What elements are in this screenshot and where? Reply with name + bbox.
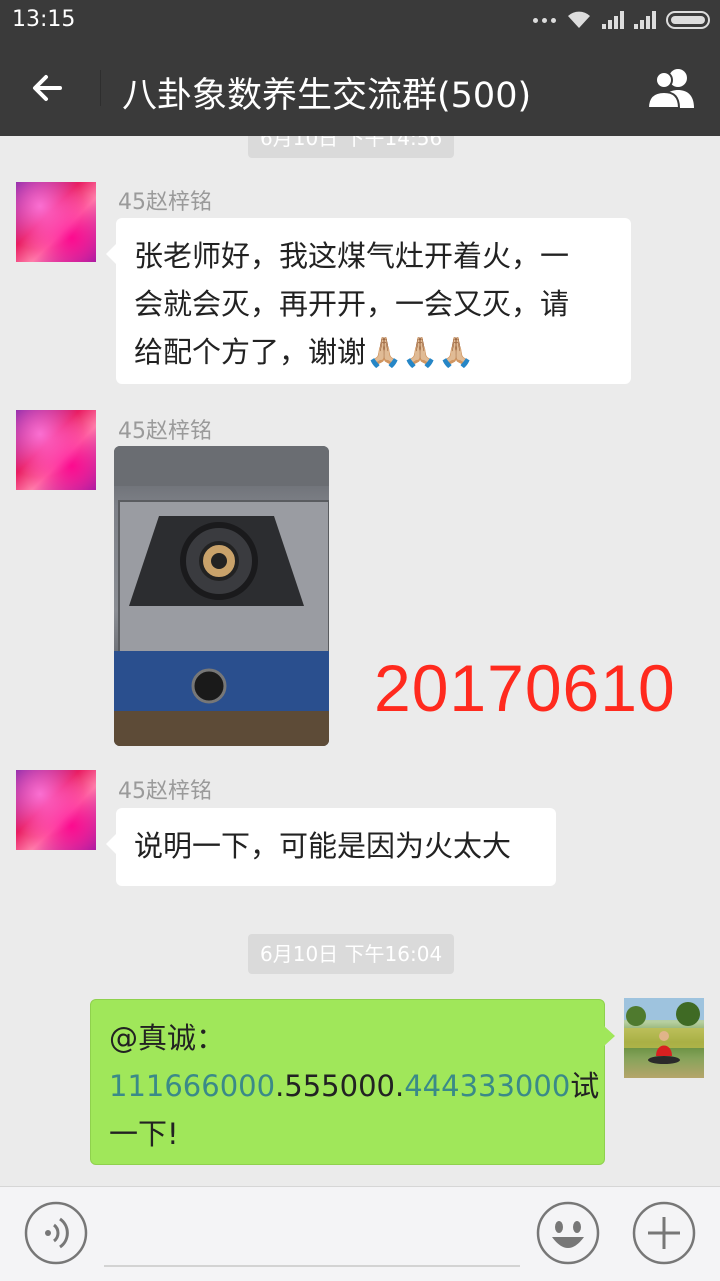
- title-divider-overlay: [100, 70, 101, 106]
- battery-icon: [666, 11, 710, 29]
- reply-tail: 试: [570, 1069, 600, 1103]
- avatar[interactable]: [16, 770, 96, 850]
- signal-icon: [602, 11, 624, 29]
- sender-name: 45赵梓铭: [118, 190, 212, 215]
- phone-link[interactable]: 111666000: [109, 1069, 275, 1103]
- message-text: 给配个方了，谢谢: [134, 335, 367, 369]
- sender-name: 45赵梓铭: [118, 419, 212, 444]
- avatar[interactable]: [16, 182, 96, 262]
- group-members-icon-overlay[interactable]: [642, 64, 702, 112]
- reply-bubble[interactable]: @真诚： 111666000.555000.444333000试 一下!: [90, 999, 615, 1165]
- plus-icon[interactable]: [632, 1201, 696, 1265]
- stove-drawing: [114, 446, 329, 746]
- mention-text: @真诚：: [109, 1021, 226, 1055]
- self-avatar[interactable]: [624, 998, 704, 1078]
- text-input-line[interactable]: [104, 1265, 520, 1267]
- reply-sep: .: [395, 1069, 405, 1103]
- wifi-icon: [568, 11, 590, 28]
- message-line: 张老师好，我这煤气灶开着火，一: [134, 239, 570, 273]
- emoji-icon[interactable]: [536, 1201, 600, 1265]
- message-line: 给配个方了，谢谢🙏🏼🙏🏼🙏🏼: [134, 328, 613, 376]
- timestamp-mid: 6月10日 下午16:04: [248, 934, 455, 974]
- chat-title-overlay: 八卦象数养生交流群(500): [122, 76, 532, 116]
- message-bubble[interactable]: 张老师好，我这煤气灶开着火，一 会就会灭，再开开，一会又灭，请 给配个方了，谢谢…: [106, 218, 631, 384]
- message-line: 说明一下，可能是因为火太大: [134, 829, 512, 863]
- message-line: 会就会灭，再开开，一会又灭，请: [134, 287, 570, 321]
- header-overlay: 八卦象数养生交流群(500): [0, 40, 720, 136]
- reply-number: 555000: [284, 1069, 395, 1103]
- message-bubble[interactable]: 说明一下，可能是因为火太大: [106, 808, 556, 886]
- self-avatar-drawing: [624, 998, 704, 1064]
- back-arrow-icon-overlay[interactable]: [26, 66, 70, 110]
- status-bar: 13:15: [0, 0, 720, 40]
- more-dots-icon: [533, 17, 556, 23]
- phone-link[interactable]: 444333000: [404, 1069, 570, 1103]
- input-bar: [0, 1186, 720, 1281]
- gas-stove-photo[interactable]: [114, 446, 329, 746]
- status-icons: [533, 8, 710, 32]
- voice-input-icon[interactable]: [24, 1201, 88, 1265]
- date-overlay-text: 20170610: [374, 651, 676, 725]
- sender-name: 45赵梓铭: [118, 779, 212, 804]
- reply-line: 111666000.555000.444333000试: [109, 1062, 599, 1110]
- avatar[interactable]: [16, 410, 96, 490]
- reply-sep: .: [275, 1069, 285, 1103]
- reply-line: 一下!: [109, 1117, 179, 1151]
- signal-icon-2: [634, 11, 656, 29]
- status-time: 13:15: [12, 7, 76, 32]
- pray-emoji: 🙏🏼🙏🏼🙏🏼: [366, 335, 475, 369]
